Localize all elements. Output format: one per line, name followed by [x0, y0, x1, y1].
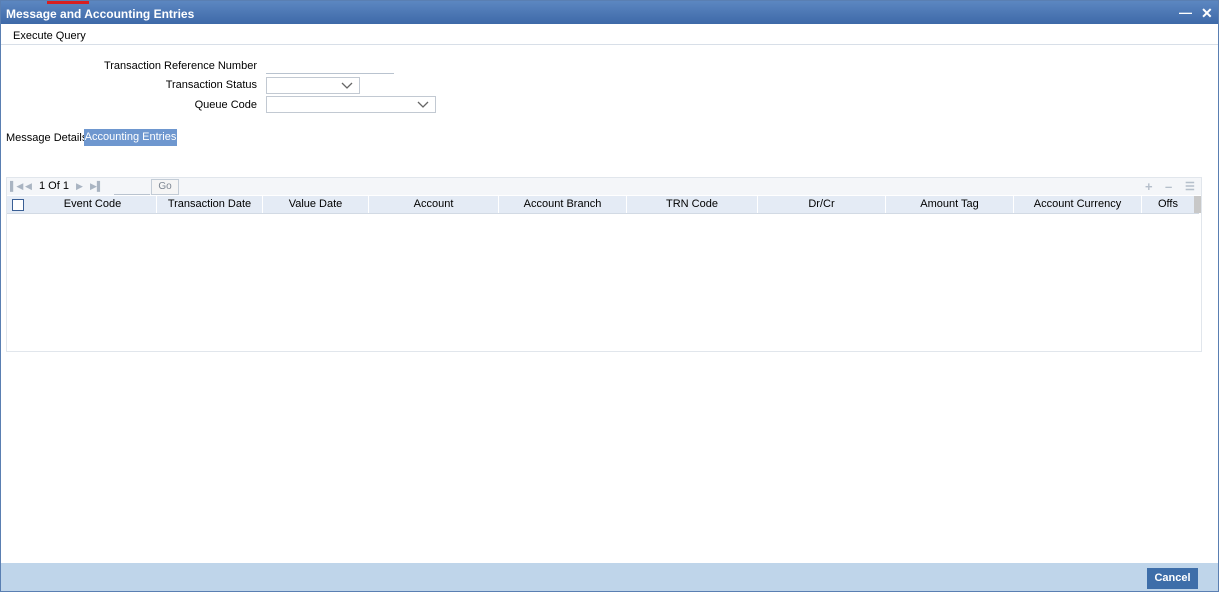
last-page-icon[interactable]: ▶▌ — [90, 181, 103, 192]
next-page-icon[interactable]: ▶ — [76, 181, 83, 192]
prev-page-icon[interactable]: ◀ — [25, 181, 32, 192]
add-row-icon[interactable]: + — [1145, 179, 1153, 194]
menu-bar: Execute Query — [1, 25, 1218, 45]
close-icon[interactable]: ✕ — [1201, 5, 1213, 22]
first-page-icon[interactable]: ▌◀ — [10, 181, 23, 192]
go-button[interactable]: Go — [151, 179, 179, 195]
tab-accounting-entries[interactable]: Accounting Entries — [84, 129, 177, 146]
title-bar[interactable]: Message and Accounting Entries — ✕ — [1, 1, 1218, 24]
message-accounting-entries-window: Message and Accounting Entries — ✕ Execu… — [0, 0, 1219, 592]
column-header[interactable]: Amount Tag — [886, 196, 1014, 213]
accounting-entries-grid: ▌◀ ◀ 1 Of 1 ▶ ▶▌ Go + – ☰ Event Code Tra… — [6, 177, 1202, 352]
grid-scrollbar[interactable] — [1194, 196, 1201, 213]
column-header[interactable]: Account — [369, 196, 499, 213]
queue-code-select[interactable] — [266, 96, 436, 113]
trn-status-select[interactable] — [266, 77, 360, 94]
column-header[interactable]: Account Currency — [1014, 196, 1142, 213]
grid-header: Event Code Transaction Date Value Date A… — [7, 196, 1199, 214]
single-view-icon[interactable]: ☰ — [1185, 180, 1195, 193]
footer-bar: Cancel — [1, 563, 1218, 591]
grid-pager: ▌◀ ◀ 1 Of 1 ▶ ▶▌ Go + – ☰ — [7, 178, 1201, 195]
column-header[interactable]: TRN Code — [627, 196, 758, 213]
select-all-checkbox[interactable] — [12, 199, 24, 211]
tab-message-details[interactable]: Message Details — [6, 132, 87, 144]
column-header[interactable]: Event Code — [29, 196, 157, 213]
execute-query-menu[interactable]: Execute Query — [13, 30, 86, 42]
column-header[interactable]: Account Branch — [499, 196, 627, 213]
trn-status-label: Transaction Status — [165, 79, 257, 91]
cancel-button[interactable]: Cancel — [1147, 568, 1198, 589]
page-indicator: 1 Of 1 — [39, 180, 69, 192]
window-title: Message and Accounting Entries — [6, 7, 195, 21]
queue-code-label: Queue Code — [194, 99, 257, 111]
minimize-icon[interactable]: — — [1179, 5, 1192, 20]
column-header[interactable]: Transaction Date — [157, 196, 263, 213]
chevron-down-icon — [341, 82, 353, 89]
column-header[interactable]: Dr/Cr — [758, 196, 886, 213]
delete-row-icon[interactable]: – — [1165, 179, 1172, 194]
trn-ref-input[interactable] — [266, 59, 394, 74]
column-header[interactable]: Offs — [1142, 196, 1194, 213]
title-accent — [47, 1, 89, 4]
chevron-down-icon — [417, 101, 429, 108]
column-header[interactable]: Value Date — [263, 196, 369, 213]
trn-ref-label: Transaction Reference Number — [103, 60, 257, 72]
page-number-input[interactable] — [114, 179, 150, 195]
